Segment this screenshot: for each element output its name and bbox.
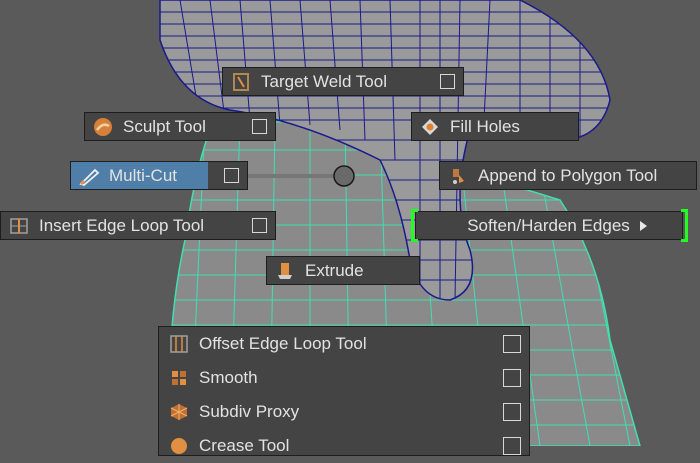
target-weld-options-box[interactable]: [440, 74, 455, 89]
sculpt-label: Sculpt Tool: [123, 116, 206, 136]
sculpt-options-box[interactable]: [252, 119, 267, 134]
submenu-item-offset-edge-loop[interactable]: Offset Edge Loop Tool: [159, 327, 529, 361]
extrude-label: Extrude: [305, 260, 364, 280]
sculpt-icon: [91, 115, 115, 139]
chevron-right-icon: [639, 220, 647, 231]
submenu-item-smooth[interactable]: Smooth: [159, 361, 529, 395]
fill-holes-icon: [418, 115, 442, 139]
multi-cut-item[interactable]: Multi-Cut: [70, 161, 248, 190]
multi-cut-label: Multi-Cut: [109, 165, 178, 185]
focus-bracket-left: [411, 209, 418, 242]
knife-icon: [77, 164, 101, 188]
crease-tool-options-box[interactable]: [503, 437, 521, 455]
multi-cut-options-box[interactable]: [224, 168, 239, 183]
offset-edge-loop-options-box[interactable]: [503, 335, 521, 353]
insert-edge-loop-label: Insert Edge Loop Tool: [39, 215, 205, 235]
submenu-item-subdiv-proxy[interactable]: Subdiv Proxy: [159, 395, 529, 429]
target-weld-tool-item[interactable]: Target Weld Tool: [222, 67, 464, 96]
submenu-item-label: Offset Edge Loop Tool: [199, 334, 367, 353]
crease-icon: [167, 434, 191, 458]
submenu-item-crease-tool[interactable]: Crease Tool: [159, 429, 529, 463]
offset-loop-icon: [167, 332, 191, 356]
extrude-icon: [273, 259, 297, 283]
fill-holes-label: Fill Holes: [450, 116, 520, 136]
smooth-options-box[interactable]: [503, 369, 521, 387]
subdiv-proxy-icon: [167, 400, 191, 424]
marking-menu-center: [333, 165, 355, 187]
target-weld-icon: [229, 70, 253, 94]
target-weld-label: Target Weld Tool: [261, 71, 387, 91]
submenu-item-label: Subdiv Proxy: [199, 402, 300, 421]
soften-harden-edges-item[interactable]: Soften/Harden Edges: [411, 209, 688, 242]
extrude-item[interactable]: Extrude: [266, 256, 420, 285]
append-icon: [446, 164, 470, 188]
submenu-item-label: Crease Tool: [199, 436, 290, 455]
subdiv-proxy-options-box[interactable]: [503, 403, 521, 421]
submenu-item-label: Smooth: [199, 368, 258, 387]
insert-edge-loop-options-box[interactable]: [252, 218, 267, 233]
append-to-polygon-item[interactable]: Append to Polygon Tool: [439, 161, 697, 190]
append-to-polygon-label: Append to Polygon Tool: [478, 165, 658, 185]
sculpt-tool-item[interactable]: Sculpt Tool: [84, 112, 276, 141]
edge-loop-icon: [7, 214, 31, 238]
modeling-submenu: Offset Edge Loop Tool Smooth Subdiv Prox…: [158, 326, 530, 456]
fill-holes-item[interactable]: Fill Holes: [411, 112, 579, 141]
soften-harden-label: Soften/Harden Edges: [467, 215, 630, 235]
smooth-icon: [167, 366, 191, 390]
focus-bracket-right: [681, 209, 688, 242]
insert-edge-loop-item[interactable]: Insert Edge Loop Tool: [0, 211, 276, 240]
